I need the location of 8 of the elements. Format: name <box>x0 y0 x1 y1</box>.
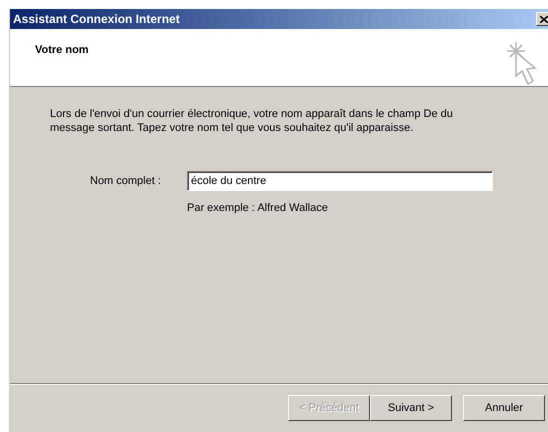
page-heading: Votre nom <box>35 44 89 58</box>
window-title: Assistant Connexion Internet <box>13 12 180 26</box>
instructions-text: Lors de l'envoi d'un courrier électronique, votre nom apparaît dans le champ De du message sortant. Tapez votre nom tel que vous souhaitez qu'il apparaisse. <box>50 107 454 135</box>
wizard-button[interactable]: Suivant > <box>370 395 452 421</box>
field-label: Nom complet : <box>90 175 162 187</box>
wizard-button[interactable]: Annuler <box>463 395 545 421</box>
example-text: Par exemple : Alfred Wallace <box>187 202 329 214</box>
name-input-field[interactable]: école du centre <box>187 171 493 191</box>
